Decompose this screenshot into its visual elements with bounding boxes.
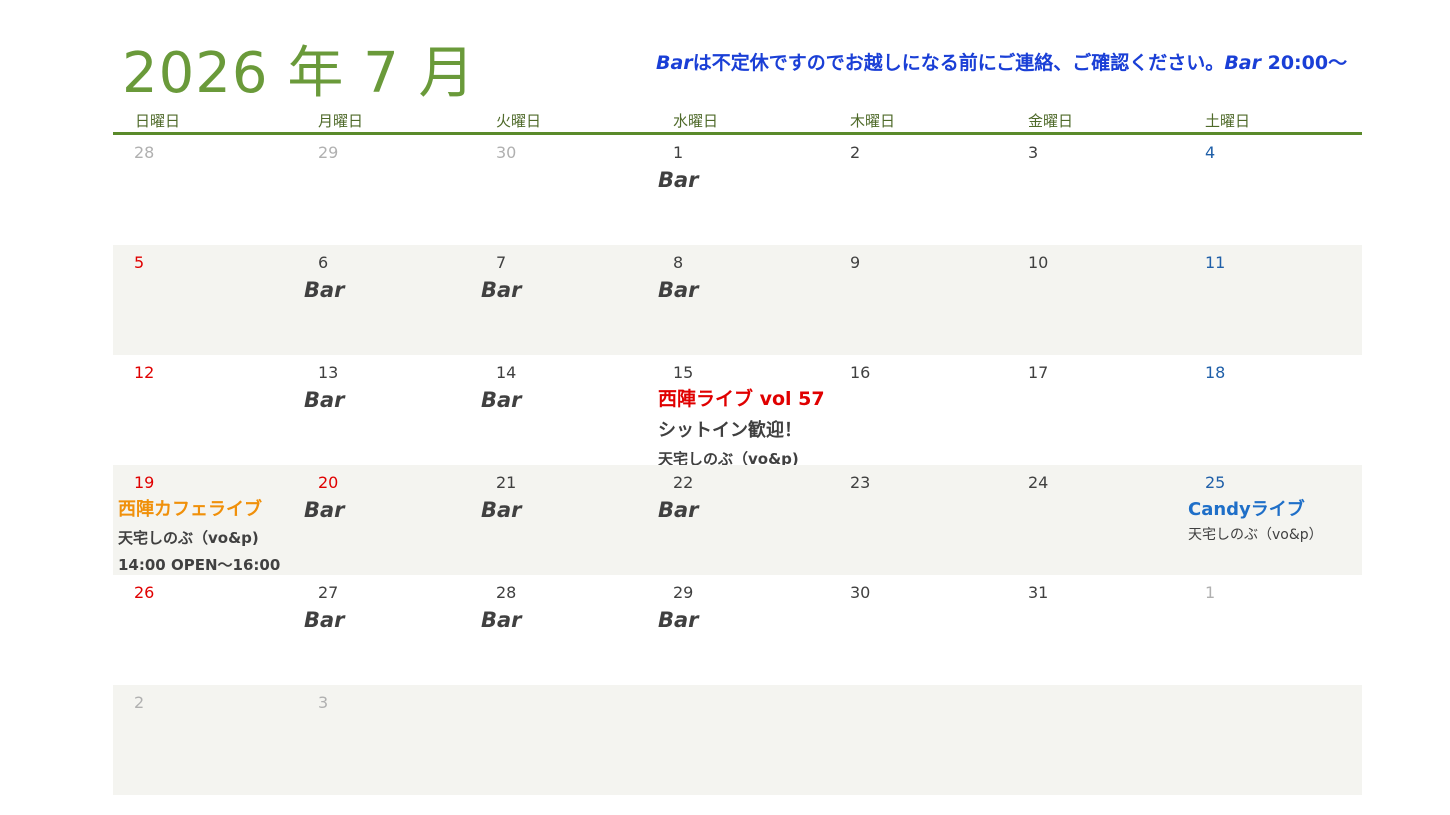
- notice-bar-word: Bar: [656, 52, 693, 74]
- bar-event: Bar: [304, 278, 345, 302]
- bar-event: Bar: [481, 278, 522, 302]
- bar-event: Bar: [658, 168, 699, 192]
- week-row-5: [113, 575, 1362, 685]
- day-number: 24: [1028, 473, 1049, 492]
- day-number: 25: [1205, 473, 1226, 492]
- event-subtitle: シットイン歓迎！: [658, 420, 802, 441]
- bar-event: Bar: [481, 608, 522, 632]
- event-time-cafe-19: 14:00 OPEN～16:00: [118, 556, 281, 574]
- day-number: 12: [134, 363, 155, 382]
- weekday-thursday: 木曜日: [850, 112, 896, 130]
- day-number: 30: [496, 143, 517, 162]
- day-number: 3: [318, 693, 329, 712]
- week-row-6: [113, 685, 1362, 795]
- day-number: 21: [496, 473, 517, 492]
- event-artist-cafe-19: 天宅しのぶ（vo&p): [118, 529, 259, 547]
- bar-event: Bar: [658, 278, 699, 302]
- bar-event: Bar: [304, 608, 345, 632]
- day-number: 29: [318, 143, 339, 162]
- day-number: 18: [1205, 363, 1226, 382]
- notice-time: 20:00～: [1261, 52, 1348, 74]
- day-number: 17: [1028, 363, 1049, 382]
- day-number: 1: [1205, 583, 1216, 602]
- week-row-2: [113, 245, 1362, 355]
- day-number: 31: [1028, 583, 1049, 602]
- day-number: 2: [134, 693, 145, 712]
- day-number: 4: [1205, 143, 1216, 162]
- day-number: 15: [673, 363, 694, 382]
- weekday-sunday: 日曜日: [135, 112, 181, 130]
- day-number: 10: [1028, 253, 1049, 272]
- day-number: 27: [318, 583, 339, 602]
- week-row-1: [113, 135, 1362, 245]
- day-number: 19: [134, 473, 155, 492]
- day-number: 7: [496, 253, 507, 272]
- bar-event: Bar: [304, 498, 345, 522]
- day-number: 3: [1028, 143, 1039, 162]
- day-number: 20: [318, 473, 339, 492]
- day-number: 9: [850, 253, 861, 272]
- day-number: 5: [134, 253, 145, 272]
- weekday-tuesday: 火曜日: [496, 112, 542, 130]
- bar-event: Bar: [481, 388, 522, 412]
- day-number: 1: [673, 143, 684, 162]
- weekday-wednesday: 水曜日: [673, 112, 719, 130]
- day-number: 26: [134, 583, 155, 602]
- day-number: 13: [318, 363, 339, 382]
- day-number: 11: [1205, 253, 1226, 272]
- weekday-friday: 金曜日: [1028, 112, 1074, 130]
- weekday-header: 日曜日 月曜日 火曜日 水曜日 木曜日 金曜日 土曜日: [113, 108, 1362, 135]
- day-number: 16: [850, 363, 871, 382]
- day-number: 28: [496, 583, 517, 602]
- week-row-4: [113, 465, 1362, 575]
- notice-bar-word-2: Bar: [1224, 52, 1261, 74]
- bar-event: Bar: [304, 388, 345, 412]
- day-number: 14: [496, 363, 517, 382]
- bar-event: Bar: [658, 608, 699, 632]
- bar-event: Bar: [481, 498, 522, 522]
- event-artist: 天宅しのぶ（vo&p): [658, 450, 799, 465]
- event-title-candy-25: Candyライブ: [1188, 499, 1305, 520]
- calendar-title: 2026 年 7 月: [122, 41, 476, 106]
- bar-event: Bar: [658, 498, 699, 522]
- day-number: 28: [134, 143, 155, 162]
- day-number: 30: [850, 583, 871, 602]
- notice-text: は不定休ですのでお越しになる前にご連絡、ご確認ください。: [692, 52, 1225, 74]
- day-number: 8: [673, 253, 684, 272]
- weekday-monday: 月曜日: [318, 112, 364, 130]
- weekday-saturday: 土曜日: [1205, 112, 1251, 130]
- event-title-cafe-19: 西陣カフェライブ: [118, 499, 262, 520]
- event-artist-candy-25: 天宅しのぶ（vo&p）: [1188, 527, 1323, 543]
- day-number: 22: [673, 473, 694, 492]
- closing-notice: Barは不定休ですのでお越しになる前にご連絡、ご確認ください。Bar 20:00…: [656, 48, 1347, 75]
- day-number: 6: [318, 253, 329, 272]
- day-number: 23: [850, 473, 871, 492]
- event-live-15: 西陣ライブ vol 57 シットイン歓迎！ 天宅しのぶ（vo&p): [656, 382, 856, 465]
- event-title: 西陣ライブ vol 57: [658, 388, 825, 410]
- day-number: 2: [850, 143, 861, 162]
- day-number: 29: [673, 583, 694, 602]
